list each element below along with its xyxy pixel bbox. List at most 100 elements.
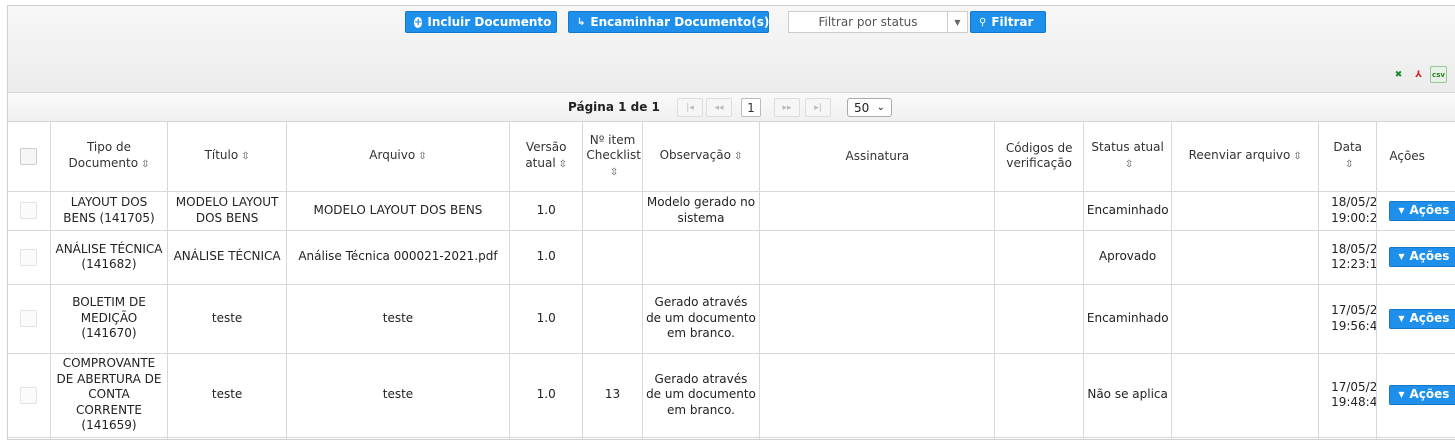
chevron-down-icon[interactable]: ▼ xyxy=(947,12,967,32)
header-arquivo[interactable]: Arquivo ⇳ xyxy=(285,122,511,192)
cell-arquivo[interactable]: Análise Técnica 000021-2021.pdf xyxy=(285,229,511,285)
incluir-documento-button[interactable]: + Incluir Documento xyxy=(405,11,557,33)
header-observacao[interactable]: Observação ⇳ xyxy=(641,122,761,192)
row-checkbox[interactable] xyxy=(20,248,38,266)
next-page-button[interactable]: ▸▸ xyxy=(774,98,800,117)
acoes-dropdown-button[interactable]: ▼ Ações xyxy=(1389,308,1455,329)
cell-data: 17/05/2019:48:43 xyxy=(1318,352,1378,438)
forward-arrow-icon: ↳ xyxy=(577,16,586,28)
status-filter-placeholder: Filtrar por status xyxy=(818,15,918,29)
header-tipo[interactable]: Tipo de Documento ⇳ xyxy=(49,122,169,192)
cell-versao: 1.0 xyxy=(509,352,584,438)
header-tipo-label: Tipo de Documento xyxy=(68,140,139,170)
cell-assinatura xyxy=(759,190,996,231)
table-row: ANÁLISE TÉCNICA (141682) ANÁLISE TÉCNICA… xyxy=(8,229,1455,285)
caret-down-icon: ▼ xyxy=(1398,205,1405,215)
cell-data: 18/05/2012:23:14 xyxy=(1318,229,1378,285)
cell-observacao xyxy=(641,229,761,285)
incluir-documento-label: Incluir Documento xyxy=(427,15,552,29)
encaminhar-documento-button[interactable]: ↳ Encaminhar Documento(s) xyxy=(568,11,769,33)
cell-codigos xyxy=(994,229,1084,285)
sort-icon: ⇳ xyxy=(609,166,619,178)
cell-tipo: LAYOUT DOS BENS (141705) xyxy=(49,190,169,231)
cell-acoes: ▼ Ações xyxy=(1376,229,1455,285)
table-header-row: Tipo de Documento ⇳ Título ⇳ Arquivo ⇳ Vers… xyxy=(8,122,1455,192)
sort-icon: ⇳ xyxy=(558,158,568,170)
header-observacao-label: Observação xyxy=(659,148,731,162)
page-label: Página 1 de 1 xyxy=(568,100,660,114)
cell-assinatura xyxy=(759,229,996,285)
acoes-dropdown-button[interactable]: ▼ Ações xyxy=(1389,200,1455,221)
cell-item: 13 xyxy=(582,352,643,438)
header-assinatura-label: Assinatura xyxy=(845,148,910,163)
cell-arquivo[interactable]: teste xyxy=(285,283,511,354)
cell-tipo: ANÁLISE TÉCNICA (141682) xyxy=(49,229,169,285)
cell-acoes: ▼ Ações xyxy=(1376,283,1455,354)
per-page-select[interactable]: 50 ⌄ xyxy=(847,98,892,117)
cell-observacao: Gerado através de um documento em branco… xyxy=(641,352,761,438)
header-reenviar[interactable]: Reenviar arquivo ⇳ xyxy=(1171,122,1320,192)
select-all-checkbox[interactable] xyxy=(20,147,38,165)
row-checkbox[interactable] xyxy=(20,386,38,404)
sort-icon: ⇳ xyxy=(733,151,743,162)
header-assinatura: Assinatura xyxy=(759,122,996,192)
sort-icon: ⇳ xyxy=(418,151,427,162)
excel-icon[interactable]: ✖ xyxy=(1390,66,1407,83)
cell-reenviar xyxy=(1171,190,1320,231)
acoes-label: Ações xyxy=(1409,310,1450,325)
header-titulo[interactable]: Título ⇳ xyxy=(167,122,287,192)
acoes-dropdown-button[interactable]: ▼ Ações xyxy=(1389,385,1455,405)
header-status[interactable]: Status atual ⇳ xyxy=(1082,122,1173,192)
caret-down-icon: ▼ xyxy=(1398,252,1405,262)
per-page-value: 50 xyxy=(854,100,870,115)
cell-versao: 1.0 xyxy=(509,283,584,354)
encaminhar-documento-label: Encaminhar Documento(s) xyxy=(590,15,770,29)
time-text: 12:23:14 xyxy=(1331,257,1377,271)
cell-reenviar xyxy=(1171,229,1320,285)
cell-codigos xyxy=(994,190,1084,231)
documents-table: Tipo de Documento ⇳ Título ⇳ Arquivo ⇳ Vers… xyxy=(8,122,1455,439)
cell-observacao: Gerado através de um documento em branco… xyxy=(641,283,761,354)
plus-circle-icon: + xyxy=(414,16,423,28)
acoes-dropdown-button[interactable]: ▼ Ações xyxy=(1389,247,1455,267)
cell-arquivo[interactable]: MODELO LAYOUT DOS BENS xyxy=(285,190,511,231)
filtrar-button[interactable]: ⚲ Filtrar xyxy=(970,11,1046,33)
first-page-button[interactable]: |◂ xyxy=(677,98,703,117)
header-arquivo-label: Arquivo xyxy=(369,148,416,162)
sort-icon: ⇳ xyxy=(141,158,150,170)
status-filter-select[interactable]: Filtrar por status ▼ xyxy=(788,11,968,33)
search-icon: ⚲ xyxy=(979,16,987,28)
row-checkbox[interactable] xyxy=(20,310,38,327)
chevron-down-icon: ⌄ xyxy=(876,102,885,113)
cell-item xyxy=(582,283,643,354)
row-select-cell xyxy=(8,283,51,354)
pdf-icon[interactable]: ⅄ xyxy=(1410,66,1427,83)
header-item-checklist[interactable]: Nº item Checklist ⇳ xyxy=(582,122,643,192)
header-versao[interactable]: Versão atual ⇳ xyxy=(509,122,584,192)
cell-titulo: teste xyxy=(167,352,287,438)
header-data-label: Data xyxy=(1333,140,1363,155)
header-data[interactable]: Data ⇳ xyxy=(1318,122,1378,192)
cell-tipo: COMPROVANTE DE ABERTURA DE CONTA CORRENT… xyxy=(49,352,169,438)
cell-versao: 1.0 xyxy=(509,229,584,285)
row-select-cell xyxy=(8,229,51,285)
sort-icon: ⇳ xyxy=(241,151,250,162)
cell-tipo: BOLETIM DE MEDIÇÃO (141670) xyxy=(49,283,169,354)
filtrar-label: Filtrar xyxy=(991,15,1034,29)
current-page-number[interactable]: 1 xyxy=(741,98,761,117)
prev-page-button[interactable]: ◂◂ xyxy=(706,98,732,117)
time-text: 19:56:48 xyxy=(1331,318,1377,333)
cell-codigos xyxy=(994,352,1084,438)
cell-status: Aprovado xyxy=(1082,229,1173,285)
csv-icon[interactable]: csv xyxy=(1430,66,1447,83)
sort-icon: ⇳ xyxy=(1345,158,1354,170)
row-checkbox[interactable] xyxy=(20,202,38,219)
cell-status: Encaminhado xyxy=(1082,190,1173,231)
cell-assinatura xyxy=(759,283,996,354)
cell-observacao: Modelo gerado no sistema xyxy=(641,190,761,231)
cell-item xyxy=(582,190,643,231)
cell-status: Encaminhado xyxy=(1082,283,1173,354)
cell-arquivo[interactable]: teste xyxy=(285,352,511,438)
cell-acoes: ▼ Ações xyxy=(1376,352,1455,438)
last-page-button[interactable]: ▸| xyxy=(805,98,831,117)
